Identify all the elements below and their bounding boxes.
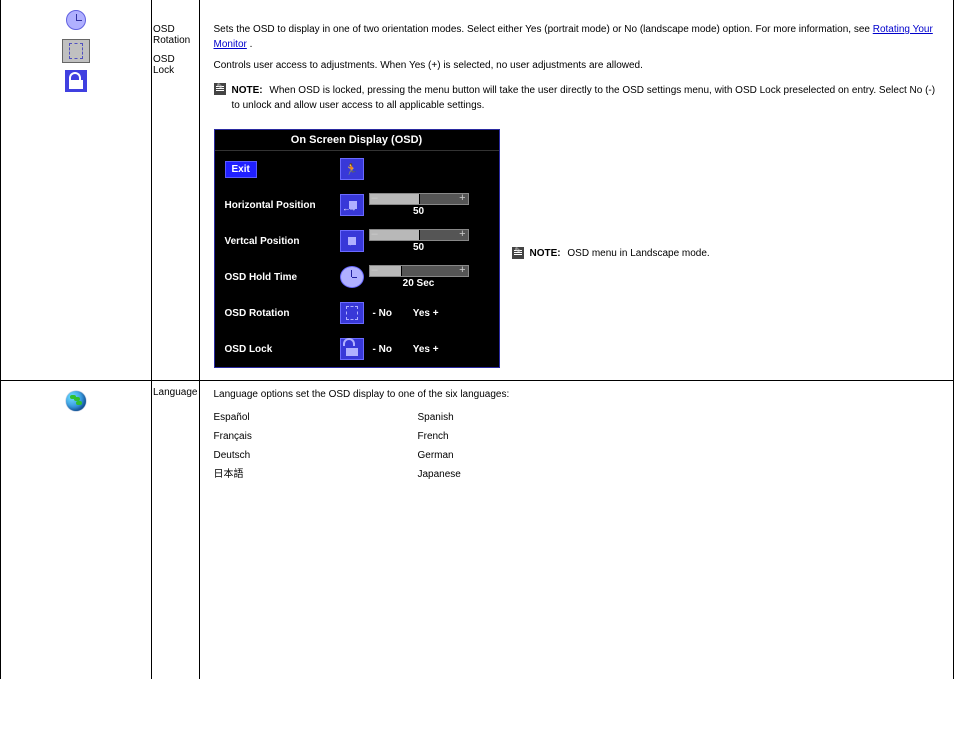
lang-key-jp: 日本語: [214, 465, 384, 484]
lang-row-jp: 日本語 Japanese: [214, 465, 944, 484]
lock-desc: Controls user access to adjustments. Whe…: [214, 58, 944, 73]
lang-val-de: German: [418, 446, 454, 465]
osd-row-hold[interactable]: OSD Hold Time 20 Sec: [215, 259, 499, 295]
landscape-note: NOTE: OSD menu in Landscape mode.: [512, 247, 710, 259]
osd-row-vpos[interactable]: Vertcal Position 50: [215, 223, 499, 259]
osd-title: On Screen Display (OSD): [215, 130, 499, 151]
osd-exit-label: Exit: [225, 161, 257, 178]
lang-val-fr: French: [418, 427, 449, 446]
rot-icon: [340, 302, 364, 324]
subitem-lock: OSD Lock: [153, 54, 198, 76]
note-text: When OSD is locked, pressing the menu bu…: [232, 85, 936, 111]
lock-yes[interactable]: Yes +: [413, 344, 439, 355]
clock-icon: [66, 10, 86, 30]
hold-value: 20 Sec: [403, 278, 435, 289]
osd-lock-icon: [65, 70, 87, 92]
lang-val-es: Spanish: [418, 408, 454, 427]
lang-list: Español Spanish Français French Deutsch …: [214, 408, 944, 503]
lang-row-blank: [214, 484, 944, 503]
vpos-slider[interactable]: 50: [367, 229, 471, 253]
osd-vpos-label: Vertcal Position: [221, 236, 337, 247]
osd-row-hpos[interactable]: Horizontal Position 50: [215, 187, 499, 223]
subitem-column: OSD Rotation OSD Lock: [152, 0, 200, 381]
description-column: Sets the OSD to display in one of two or…: [199, 0, 954, 381]
rotation-text-2: option. For more information, see: [723, 24, 873, 35]
hold-slider[interactable]: 20 Sec: [367, 265, 471, 289]
rot-no[interactable]: - No: [373, 308, 392, 319]
hold-clock-icon: [340, 266, 364, 288]
osd-hpos-label: Horizontal Position: [221, 200, 337, 211]
rotation-text-3: .: [250, 39, 253, 50]
lang-val-jp: Japanese: [418, 465, 461, 484]
lang-key-de: Deutsch: [214, 446, 384, 465]
subitem-rotation: OSD Rotation: [153, 24, 198, 46]
osd-rot-label: OSD Rotation: [221, 308, 337, 319]
vpos-value: 50: [413, 242, 424, 253]
subitem-language: Language: [153, 387, 198, 398]
osd-row-rot[interactable]: OSD Rotation - No Yes +: [215, 295, 499, 331]
subitem-column-2: Language: [152, 381, 200, 680]
osd-lock-label: OSD Lock: [221, 344, 337, 355]
lang-intro: Language options set the OSD display to …: [214, 387, 944, 402]
note-label: NOTE:: [232, 85, 263, 96]
icon-column: [1, 0, 152, 381]
note-icon: [214, 83, 226, 95]
side-note-text: OSD menu in Landscape mode.: [567, 248, 709, 259]
note-block: NOTE: When OSD is locked, pressing the m…: [214, 83, 944, 113]
rotation-text-1: Sets the OSD to display in one of two or…: [214, 24, 723, 35]
side-note-label: NOTE:: [530, 248, 561, 259]
hpos-value: 50: [413, 206, 424, 217]
osd-row-lock[interactable]: OSD Lock - No Yes +: [215, 331, 499, 367]
note-icon-2: [512, 247, 524, 259]
rotation-desc: Sets the OSD to display in one of two or…: [214, 22, 944, 52]
globe-icon: [66, 391, 86, 411]
lang-row-es: Español Spanish: [214, 408, 944, 427]
icon-column-2: [1, 381, 152, 680]
hpos-slider[interactable]: 50: [367, 193, 471, 217]
osd-row-exit[interactable]: Exit: [215, 151, 499, 187]
exit-run-icon: [340, 158, 364, 180]
hpos-icon: [340, 194, 364, 216]
lang-key-fr: Français: [214, 427, 384, 446]
vpos-icon: [340, 230, 364, 252]
rot-yes[interactable]: Yes +: [413, 308, 439, 319]
lock-no[interactable]: - No: [373, 344, 392, 355]
osd-rotation-icon: [62, 39, 90, 63]
osd-panel: On Screen Display (OSD) Exit Horizontal …: [214, 129, 500, 368]
unlock-icon: [340, 338, 364, 360]
description-column-2: Language options set the OSD display to …: [199, 381, 954, 680]
lang-row-fr: Français French: [214, 427, 944, 446]
lang-row-de: Deutsch German: [214, 446, 944, 465]
lang-key-es: Español: [214, 408, 384, 427]
osd-hold-label: OSD Hold Time: [221, 272, 337, 283]
